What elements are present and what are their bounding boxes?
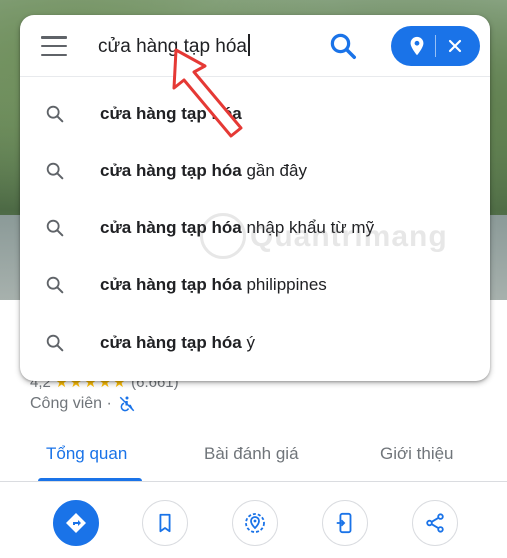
location-pin-icon[interactable] [406,35,428,57]
no-wheelchair-icon [119,396,135,412]
watermark: Quantrimang [250,220,448,253]
directions-button[interactable] [53,500,99,546]
category-label: Công viên · [30,395,112,412]
suggestion-item[interactable]: cửa hàng tạp hóa philippines [20,257,490,313]
tab-reviews[interactable]: Bài đánh giá [204,444,299,464]
search-panel: cửa hàng tạp hóa cửa hàng tạp hóa cửa hà… [20,15,490,381]
bookmark-icon [159,513,171,533]
search-input[interactable]: cửa hàng tạp hóa [98,33,318,61]
suggestion-item[interactable]: cửa hàng tạp hóa [20,86,490,142]
menu-icon[interactable] [40,34,68,58]
place-tabs: Tổng quan Bài đánh giá Giới thiệu [0,430,507,482]
search-query: cửa hàng tạp hóa [98,36,248,57]
search-bar: cửa hàng tạp hóa [20,15,490,77]
suggestion-text: cửa hàng tạp hóa ý [100,333,255,352]
share-button[interactable] [412,500,458,546]
suggestion-text: cửa hàng tạp hóa [100,104,242,123]
tab-overview[interactable]: Tổng quan [46,444,127,464]
suggestion-text: cửa hàng tạp hóa gần đây [100,161,307,180]
directions-icon [66,513,86,533]
share-icon [426,513,444,533]
send-to-phone-icon [336,512,352,534]
send-to-phone-button[interactable] [322,500,368,546]
search-icon [46,219,64,237]
location-actions-pill [391,26,480,66]
search-icon [46,276,64,294]
watermark-logo [200,213,246,259]
nearby-button[interactable] [232,500,278,546]
search-icon [46,105,64,123]
suggestion-text: cửa hàng tạp hóa philippines [100,275,327,294]
active-tab-indicator [38,478,142,481]
search-icon [46,162,64,180]
search-icon[interactable] [328,31,358,61]
suggestion-item[interactable]: cửa hàng tạp hóa gần đây [20,143,490,199]
save-button[interactable] [142,500,188,546]
action-buttons [0,500,507,548]
pill-divider [435,35,436,57]
suggestion-item[interactable]: cửa hàng tạp hóa ý [20,315,490,371]
place-category: Công viên · [30,395,136,413]
nearby-icon [245,513,265,533]
tab-about[interactable]: Giới thiệu [380,444,454,464]
close-icon[interactable] [445,36,465,56]
search-icon [46,334,64,352]
text-cursor [248,34,250,56]
